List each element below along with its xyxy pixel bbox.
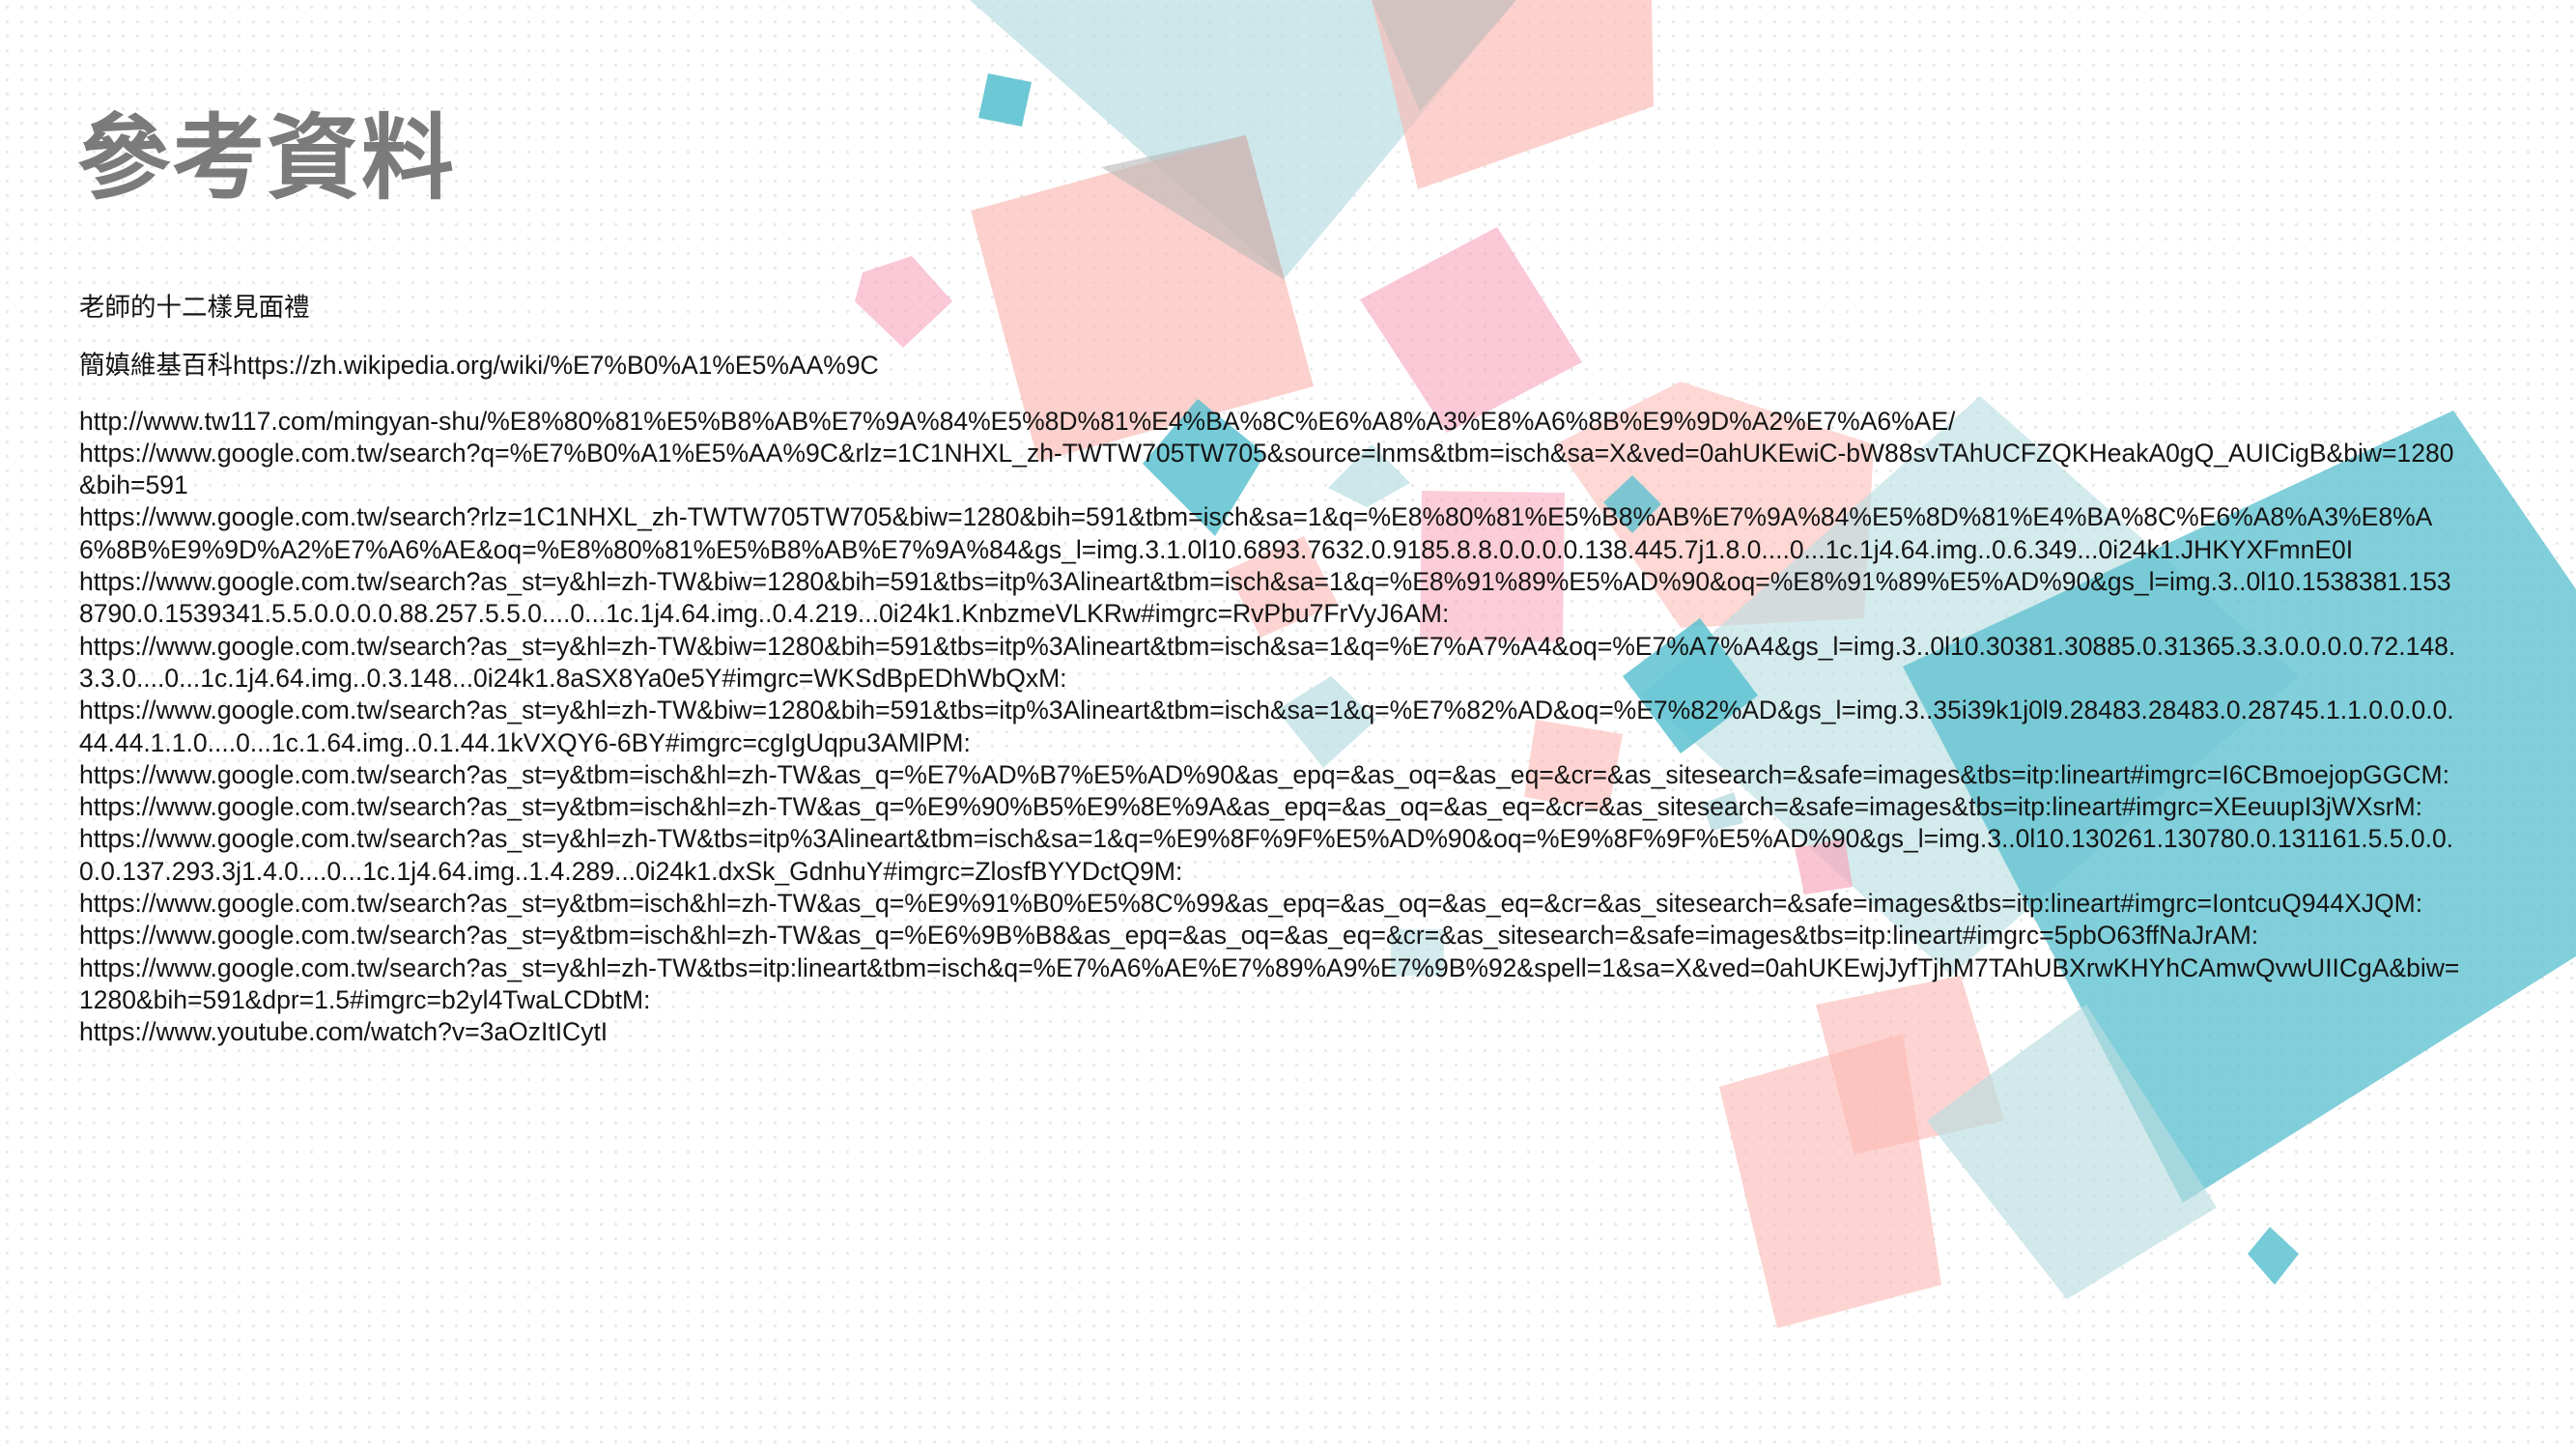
- reference-link[interactable]: https://www.google.com.tw/search?as_st=y…: [79, 759, 2465, 791]
- reference-link[interactable]: https://www.google.com.tw/search?as_st=y…: [79, 920, 2465, 952]
- reference-link[interactable]: https://www.google.com.tw/search?as_st=y…: [79, 952, 2465, 1017]
- page-title: 參考資料: [77, 104, 456, 213]
- reference-book-title: 老師的十二樣見面禮: [79, 293, 310, 322]
- reference-youtube-link[interactable]: https://www.youtube.com/watch?v=3aOzItIC…: [79, 1016, 2465, 1048]
- reference-link[interactable]: https://www.google.com.tw/search?as_st=y…: [79, 823, 2465, 888]
- reference-list: 老師的十二樣見面禮 簡嫃維基百科https://zh.wikipedia.org…: [79, 292, 2465, 1049]
- reference-wikipedia-link[interactable]: 簡嫃維基百科https://zh.wikipedia.org/wiki/%E7%…: [79, 350, 2465, 382]
- reference-link[interactable]: https://www.google.com.tw/search?as_st=y…: [79, 566, 2465, 631]
- reference-link[interactable]: https://www.google.com.tw/search?as_st=y…: [79, 888, 2465, 920]
- small-teal-square-top: [978, 73, 1032, 127]
- top-right-pink-square: [1372, 0, 1654, 189]
- reference-link[interactable]: https://www.google.com.tw/search?rlz=1C1…: [79, 501, 2465, 566]
- pink-big-square-bottom: [1719, 1034, 1941, 1328]
- reference-link[interactable]: https://www.google.com.tw/search?as_st=y…: [79, 791, 2465, 823]
- reference-link[interactable]: http://www.tw117.com/mingyan-shu/%E8%80%…: [79, 406, 2465, 438]
- reference-link[interactable]: https://www.google.com.tw/search?q=%E7%B…: [79, 438, 2465, 502]
- reference-link[interactable]: https://www.google.com.tw/search?as_st=y…: [79, 695, 2465, 759]
- teal-tiny-bottom-right: [2248, 1227, 2299, 1285]
- reference-link[interactable]: https://www.google.com.tw/search?as_st=y…: [79, 631, 2465, 696]
